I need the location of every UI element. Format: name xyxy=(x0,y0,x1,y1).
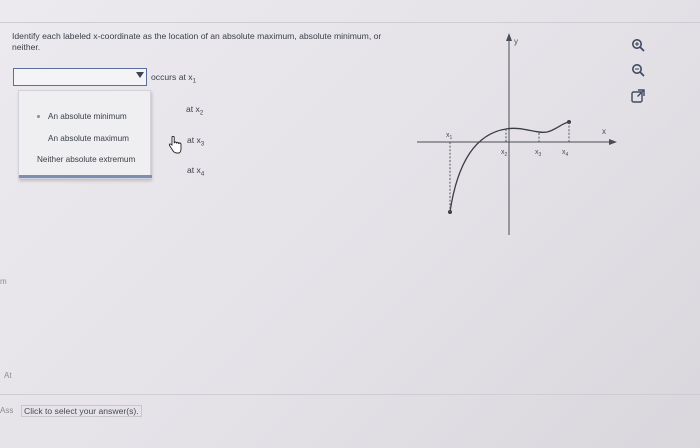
x2-label: x2 xyxy=(501,149,508,158)
option-absolute-minimum[interactable]: An absolute minimum xyxy=(48,112,127,121)
page: Identify each labeled x-coordinate as th… xyxy=(0,0,700,448)
magnify-minus-icon[interactable] xyxy=(630,62,646,78)
edge-text-2: At xyxy=(4,371,12,380)
y-axis-arrow-icon xyxy=(506,33,512,41)
y-axis-label: y xyxy=(514,37,518,46)
bottom-divider xyxy=(0,394,700,395)
dropdown-arrow-icon[interactable] xyxy=(136,72,144,78)
function-graph: y x x1 x2 x3 x4 xyxy=(417,33,617,235)
row-label-x4: at x4 xyxy=(187,165,205,178)
edge-text-3: Ass xyxy=(0,406,14,415)
bullet-icon xyxy=(37,115,40,118)
dropdown-menu: An absolute minimum An absolute maximum … xyxy=(18,90,152,179)
row-label-x2: at x2 xyxy=(186,104,204,117)
option-neither[interactable]: Neither absolute extremum xyxy=(37,155,135,164)
edge-text-1: m xyxy=(0,277,7,286)
question-text: Identify each labeled x-coordinate as th… xyxy=(12,31,382,52)
top-divider xyxy=(0,22,700,23)
answer-instruction: Click to select your answer(s). xyxy=(21,405,142,417)
x-axis-label: x xyxy=(602,127,606,136)
x-axis-arrow-icon xyxy=(609,139,617,145)
external-link-icon[interactable] xyxy=(630,88,646,104)
x4-label: x4 xyxy=(562,149,569,158)
magnify-plus-icon[interactable] xyxy=(630,37,646,53)
row-label-x1: occurs at x1 xyxy=(151,72,196,85)
next-dropdown-edge xyxy=(19,175,152,178)
answer-dropdown-x1[interactable] xyxy=(13,68,147,86)
x1-label: x1 xyxy=(446,132,453,141)
option-absolute-maximum[interactable]: An absolute maximum xyxy=(48,134,129,143)
hand-cursor-icon xyxy=(168,136,182,154)
x3-label: x3 xyxy=(535,149,542,158)
row-label-x3: at x3 xyxy=(187,135,205,148)
